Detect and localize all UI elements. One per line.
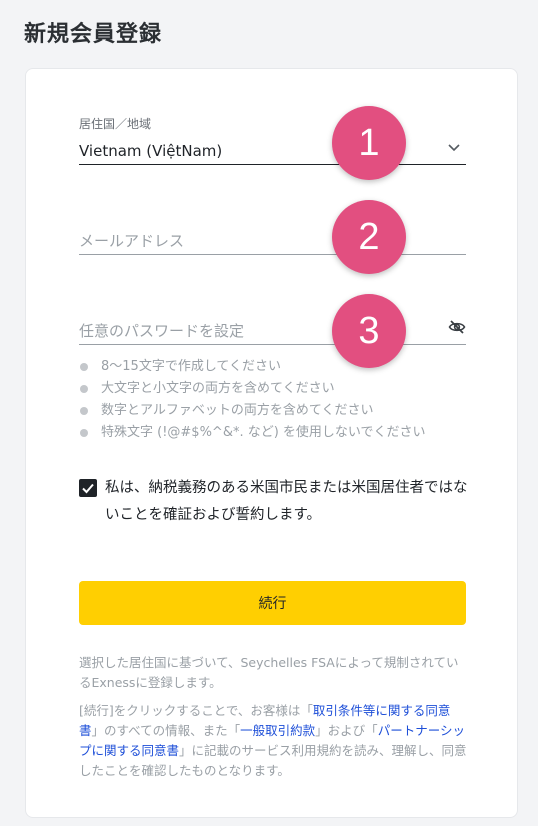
password-rule: 数字とアルファベットの両方を含めてください [79,400,426,422]
eye-off-icon[interactable] [448,319,466,335]
country-value: Vietnam (ViệtNam) [79,142,223,160]
country-label: 居住国／地域 [79,117,152,131]
password-rule: 大文字と小文字の両方を含めてください [79,378,426,400]
terms-notice: [続行]をクリックすることで、お客様は「取引条件等に関する同意書」のすべての情報… [79,703,467,778]
regulation-notice: 選択した居住国に基づいて、Seychelles FSAによって規制されているEx… [79,655,459,690]
bullet-icon [80,407,88,415]
bullet-icon [80,363,88,371]
step-badge-2: 2 [332,200,406,274]
general-terms-link[interactable]: 一般取引約款 [240,723,315,738]
password-placeholder: 任意のパスワードを設定 [79,322,245,340]
check-icon [82,483,94,494]
email-placeholder: メールアドレス [79,232,185,250]
bullet-icon [80,429,88,437]
password-rule: 特殊文字 (!@#$%^&*. など) を使用しないでください [79,422,426,444]
bullet-icon [80,385,88,393]
email-field[interactable]: メールアドレス [79,219,466,255]
consent-checkbox[interactable] [79,479,97,497]
country-select[interactable]: 居住国／地域 Vietnam (ViệtNam) [79,115,466,165]
password-rule: 8〜15文字で作成してください [79,356,426,378]
chevron-down-icon [448,144,460,152]
registration-card: 居住国／地域 Vietnam (ViệtNam) メールアドレス 任意のパスワー… [25,68,518,818]
consent-text: 私は、納税義務のある米国市民または米国居住者ではないことを確証および誓約します。 [105,480,468,523]
password-rules-list: 8〜15文字で作成してください 大文字と小文字の両方を含めてください 数字とアル… [79,356,426,444]
step-badge-1: 1 [332,106,406,180]
page-title: 新規会員登録 [24,22,163,47]
password-field[interactable]: 任意のパスワードを設定 [79,309,466,345]
continue-button[interactable]: 続行 [79,581,466,625]
